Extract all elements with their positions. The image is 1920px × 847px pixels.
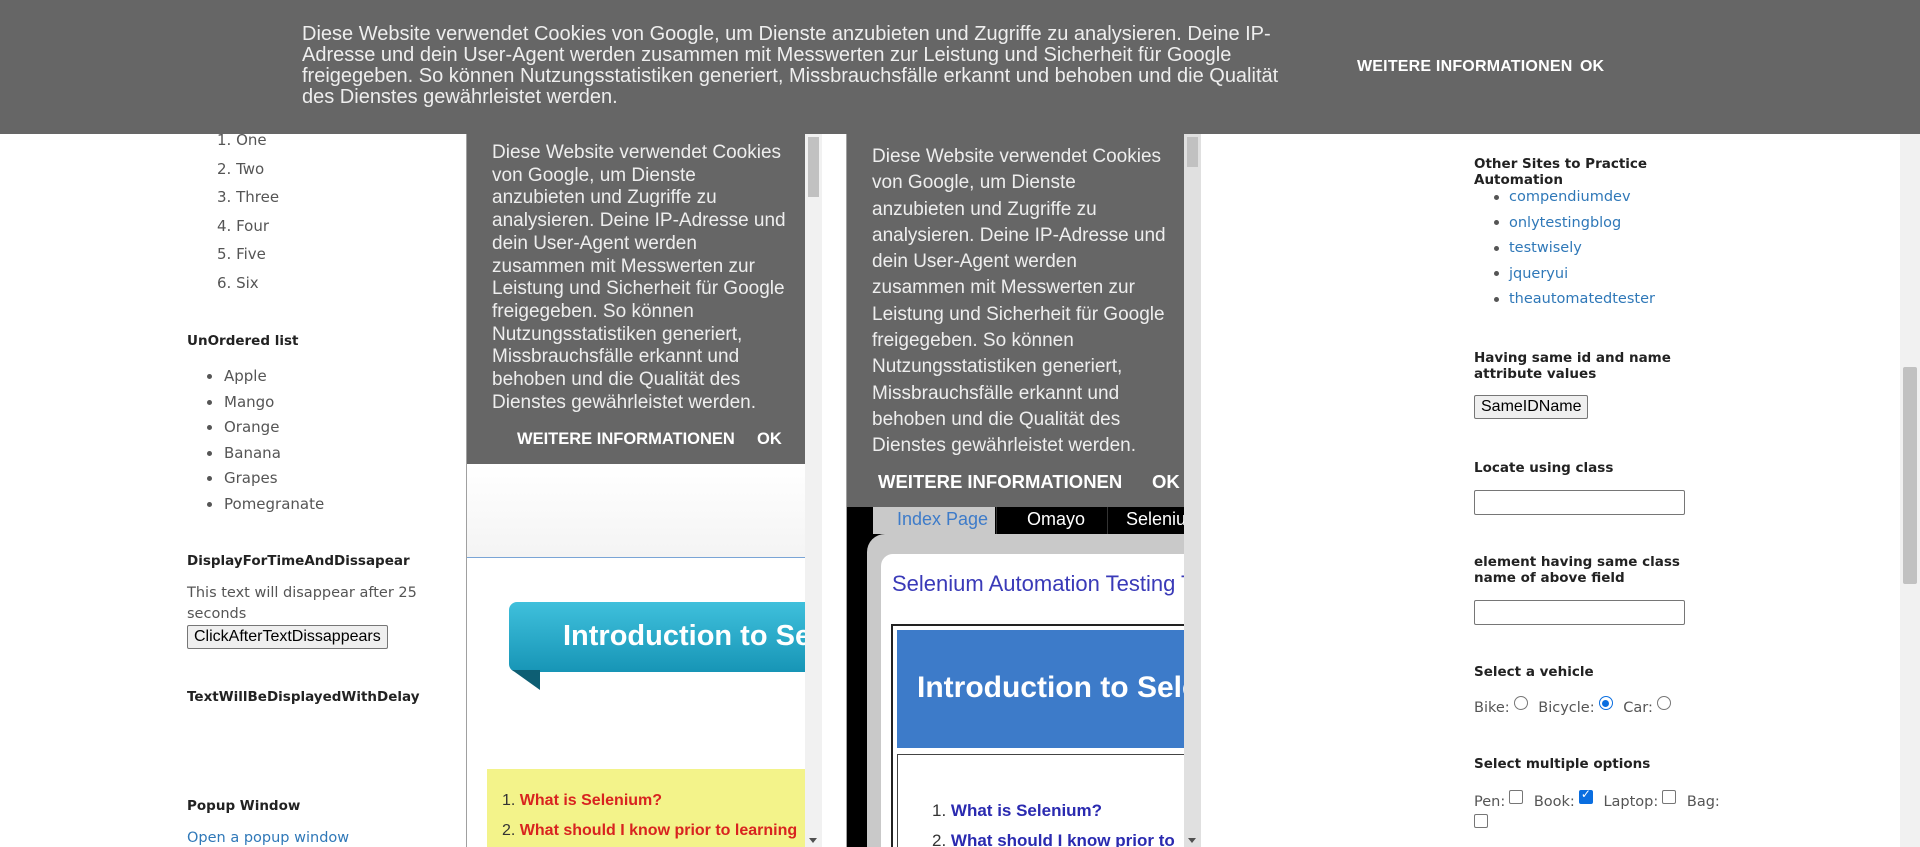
iframe-cookie-more-info-link[interactable]: WEITERE INFORMATIONEN <box>878 471 1122 493</box>
scrollbar-thumb[interactable] <box>1187 137 1198 167</box>
list-item: Orange <box>207 417 324 443</box>
select-multiple-title: Select multiple options <box>1474 756 1651 772</box>
iframe-cookie-banner: Diese Website verwendet Cookies von Goog… <box>847 134 1201 507</box>
scroll-down-arrow-icon[interactable] <box>809 838 817 843</box>
site-link-compendiumdev[interactable]: compendiumdev <box>1509 189 1631 205</box>
list-item: 1. One <box>217 131 267 149</box>
checkbox-bag[interactable] <box>1474 814 1488 828</box>
cookie-message: Diese Website verwendet Cookies von Goog… <box>302 23 1279 108</box>
open-popup-link[interactable]: Open a popup window <box>187 830 349 846</box>
toc-list: 1. What is Selenium? 2. What should I kn… <box>502 792 797 847</box>
checkbox-label-laptop: Laptop: <box>1603 794 1659 810</box>
unordered-list-title: UnOrdered list <box>187 333 299 349</box>
iframe-cookie-message: Diese Website verwendet Cookies von Goog… <box>492 142 786 413</box>
scrollbar-thumb[interactable] <box>808 137 819 197</box>
checkbox-label-bag: Bag: <box>1686 794 1720 810</box>
locate-class-title: Locate using class <box>1474 460 1614 476</box>
iframe-cookie-banner: Diese Website verwendet Cookies von Goog… <box>467 134 822 464</box>
radio-label-car: Car: <box>1623 700 1653 716</box>
list-item: jqueryui <box>1494 264 1655 290</box>
iframe-cookie-ok-button[interactable]: OK <box>1152 471 1180 493</box>
other-sites-list: compendiumdev onlytestingblog testwisely… <box>1494 187 1655 315</box>
options-checkbox-group: Pen: Book: Laptop: Bag: <box>1474 787 1720 810</box>
list-item: compendiumdev <box>1494 187 1655 213</box>
iframe-cookie-ok-button[interactable]: OK <box>757 430 782 449</box>
toc-list: 1. What is Selenium? 2. What should I kn… <box>932 801 1175 847</box>
list-item: 3. Three <box>217 188 280 206</box>
checkbox-label-book: Book: <box>1533 794 1575 810</box>
scroll-down-arrow-icon[interactable] <box>1188 838 1196 843</box>
list-item: 4. Four <box>217 216 270 235</box>
list-item: Pomegranate <box>207 494 324 520</box>
popup-window-title: Popup Window <box>187 798 301 814</box>
tab-index-page[interactable]: Index Page <box>873 507 995 534</box>
same-class-input[interactable] <box>1474 600 1685 625</box>
iframe-scrollbar[interactable] <box>1184 134 1201 847</box>
list-item: Apple <box>207 366 324 392</box>
site-link-jqueryui[interactable]: jqueryui <box>1509 266 1568 282</box>
select-vehicle-title: Select a vehicle <box>1474 664 1594 680</box>
banner-ribbon-fold <box>512 670 540 690</box>
display-disappear-title: DisplayForTimeAndDissapear <box>187 553 410 569</box>
ordered-list: 1. One 2. Two 3. Three 4. Four 5. Five 6… <box>217 130 279 301</box>
cookie-ok-button[interactable]: OK <box>1580 58 1604 76</box>
list-item: testwisely <box>1494 238 1655 264</box>
delay-text-title: TextWillBeDisplayedWithDelay <box>187 689 420 705</box>
list-item[interactable]: 2. What should I know prior to <box>932 831 1175 847</box>
list-item[interactable]: 2. What should I know prior to learning <box>502 822 797 847</box>
list-item[interactable]: 1. What is Selenium? <box>502 792 797 822</box>
list-item: Grapes <box>207 468 324 494</box>
site-link-testwisely[interactable]: testwisely <box>1509 240 1582 256</box>
list-item: 5. Five <box>217 245 266 263</box>
same-class-title: element having same class name of above … <box>1474 554 1680 586</box>
site-link-onlytestingblog[interactable]: onlytestingblog <box>1509 215 1621 231</box>
list-item[interactable]: 1. What is Selenium? <box>932 801 1175 831</box>
list-item: theautomatedtester <box>1494 289 1655 315</box>
tab-omayo[interactable]: Omayo <box>996 507 1106 534</box>
click-after-text-disappears-button[interactable]: ClickAfterTextDissappears <box>187 625 388 649</box>
list-item: Mango <box>207 392 324 418</box>
radio-car[interactable] <box>1656 696 1671 710</box>
iframe-cookie-message: Diese Website verwendet Cookies von Goog… <box>872 146 1166 457</box>
list-item: 6. Six <box>217 273 259 292</box>
radio-bike[interactable] <box>1513 696 1528 710</box>
banner-title: Introduction to Se <box>563 620 812 652</box>
checkbox-pen[interactable] <box>1509 790 1524 804</box>
tab-selenium[interactable]: Seleniu <box>1107 507 1184 534</box>
same-id-name-button[interactable]: SameIDName <box>1474 395 1589 419</box>
disappear-text: This text will disappear after 25 second… <box>187 585 417 622</box>
cookie-banner: Diese Website verwendet Cookies von Goog… <box>0 0 1920 134</box>
list-item: 2. Two <box>217 159 265 178</box>
locate-class-input[interactable] <box>1474 490 1685 515</box>
checkbox-book[interactable] <box>1578 787 1593 804</box>
radio-label-bike: Bike: <box>1474 700 1510 716</box>
options-checkbox-row-2 <box>1474 814 1488 834</box>
list-item: Banana <box>207 443 324 469</box>
site-link-theautomatedtester[interactable]: theautomatedtester <box>1509 291 1655 307</box>
unordered-list: Apple Mango Orange Banana Grapes Pomegra… <box>207 366 324 519</box>
banner-title: Introduction to Sele <box>917 671 1199 704</box>
same-id-title: Having same id and name attribute values <box>1474 350 1671 382</box>
other-sites-title: Other Sites to Practice Automation <box>1474 156 1648 188</box>
iframe-1: Diese Website verwendet Cookies von Goog… <box>466 134 822 847</box>
page-title: Selenium Automation Testing T <box>892 571 1195 596</box>
iframe-2: Diese Website verwendet Cookies von Goog… <box>846 134 1201 847</box>
vehicle-radio-group: Bike: Bicycle: Car: <box>1474 696 1671 716</box>
checkbox-label-pen: Pen: <box>1474 794 1506 810</box>
iframe-page-header <box>467 464 805 558</box>
cookie-more-info-link[interactable]: WEITERE INFORMATIONEN <box>1357 58 1572 76</box>
checkbox-laptop[interactable] <box>1662 790 1677 804</box>
page-scrollbar-thumb[interactable] <box>1903 367 1917 584</box>
iframe-cookie-more-info-link[interactable]: WEITERE INFORMATIONEN <box>517 430 735 449</box>
iframe-scrollbar[interactable] <box>805 134 822 847</box>
radio-bicycle[interactable] <box>1598 696 1613 710</box>
list-item: onlytestingblog <box>1494 213 1655 239</box>
radio-label-bicycle: Bicycle: <box>1538 700 1595 716</box>
